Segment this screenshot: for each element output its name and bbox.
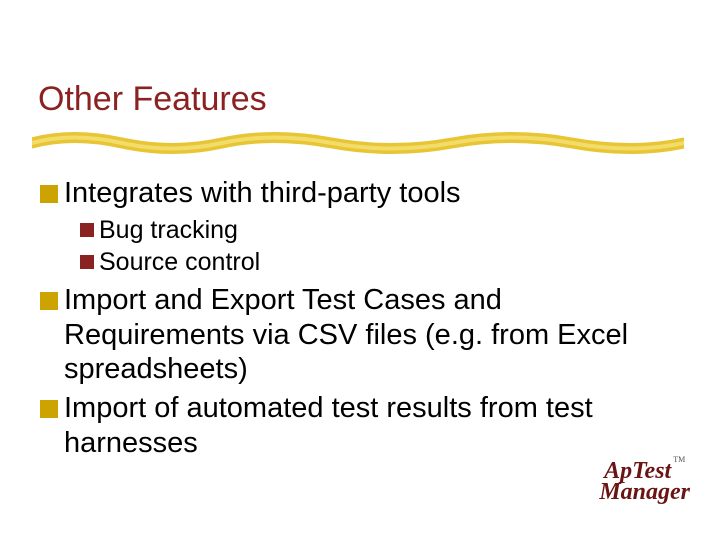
square-bullet-icon <box>40 400 58 418</box>
slide-title: Other Features <box>38 82 267 116</box>
square-bullet-icon <box>80 255 94 269</box>
bullet-text: Integrates with third-party tools <box>64 176 461 211</box>
bullet-text: Import of automated test results from te… <box>64 391 680 461</box>
title-underline <box>32 128 684 158</box>
content-body: Integrates with third-party tools Bug tr… <box>40 176 680 465</box>
bullet-text: Import and Export Test Cases and Require… <box>64 283 680 387</box>
bullet-text: Source control <box>99 247 260 277</box>
bullet-level2: Source control <box>80 247 680 277</box>
square-bullet-icon <box>80 223 94 237</box>
bullet-level1: Integrates with third-party tools <box>40 176 680 211</box>
bullet-text: Bug tracking <box>99 215 238 245</box>
aptest-manager-logo: ApTestTM Manager <box>599 460 690 504</box>
logo-line2: Manager <box>599 481 690 504</box>
bullet-level1: Import and Export Test Cases and Require… <box>40 283 680 387</box>
trademark-symbol: TM <box>673 455 685 464</box>
logo-line1: ApTest <box>604 458 671 484</box>
square-bullet-icon <box>40 185 58 203</box>
bullet-level2: Bug tracking <box>80 215 680 245</box>
bullet-level1: Import of automated test results from te… <box>40 391 680 461</box>
square-bullet-icon <box>40 292 58 310</box>
slide: Other Features Integrates with third-par… <box>0 0 720 540</box>
title-wrap: Other Features <box>38 82 267 116</box>
